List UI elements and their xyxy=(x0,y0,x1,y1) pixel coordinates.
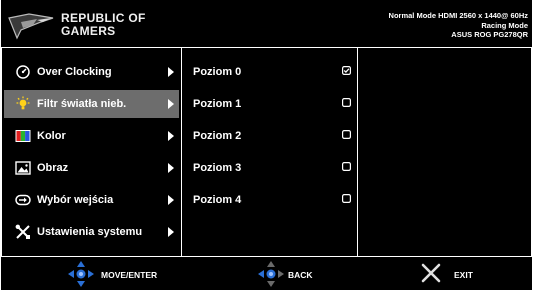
menu-item-image[interactable]: Obraz xyxy=(4,154,179,182)
bulb-icon xyxy=(16,96,30,110)
move-enter-button[interactable]: MOVE/ENTER xyxy=(67,257,177,290)
menu-item-label: Ustawienia systemu xyxy=(37,226,143,238)
joystick-left-icon xyxy=(258,261,284,287)
chevron-right-icon xyxy=(168,99,174,109)
rog-eye-logo xyxy=(8,13,54,40)
chevron-right-icon xyxy=(168,195,174,205)
option-level-3[interactable]: Poziom 3 xyxy=(182,154,356,182)
status-info: Normal Mode HDMI 2560 x 1440@ 60Hz Racin… xyxy=(389,11,528,40)
image-icon xyxy=(15,161,31,175)
option-level-1[interactable]: Poziom 1 xyxy=(182,90,356,118)
menu-item-label: Wybór wejścia xyxy=(37,194,114,206)
menu-item-system-setup[interactable]: Ustawienia systemu xyxy=(4,218,179,246)
brand-line-2: GAMERS xyxy=(61,24,116,38)
back-label: BACK xyxy=(288,270,313,280)
move-enter-label: MOVE/ENTER xyxy=(101,270,158,280)
menu-item-color[interactable]: Kolor xyxy=(4,122,179,150)
chevron-right-icon xyxy=(168,163,174,173)
checkbox-icon xyxy=(342,130,351,139)
option-label: Poziom 0 xyxy=(193,66,242,78)
chevron-right-icon xyxy=(168,131,174,141)
status-model: ASUS ROG PG278QR xyxy=(451,30,528,39)
joystick-all-directions-icon xyxy=(68,261,94,287)
status-mode-resolution: Normal Mode HDMI 2560 x 1440@ 60Hz xyxy=(388,11,528,20)
chevron-right-icon xyxy=(168,227,174,237)
main-menu: Over Clocking Filtr światła nieb. Kolor … xyxy=(1,47,182,257)
menu-body: Over Clocking Filtr światła nieb. Kolor … xyxy=(1,47,532,257)
brand-name: REPUBLIC OF GAMERS xyxy=(61,12,146,38)
checkbox-checked-icon xyxy=(342,66,351,75)
option-level-4[interactable]: Poziom 4 xyxy=(182,186,356,214)
exit-label: EXIT xyxy=(454,270,473,280)
status-game-mode: Racing Mode xyxy=(481,20,528,30)
gauge-icon xyxy=(16,65,30,79)
back-button[interactable]: BACK xyxy=(257,257,337,290)
detail-panel xyxy=(358,47,532,257)
submenu-options: Poziom 0 Poziom 1 Poziom 2 Poziom 3 Pozi… xyxy=(182,47,358,257)
footer-bar: MOVE/ENTER BACK EXIT xyxy=(1,257,532,290)
menu-item-label: Over Clocking xyxy=(37,66,112,78)
option-label: Poziom 4 xyxy=(193,194,242,206)
menu-item-label: Obraz xyxy=(37,162,69,174)
tools-icon xyxy=(15,224,30,239)
color-icon xyxy=(15,130,31,142)
option-label: Poziom 2 xyxy=(193,130,242,142)
menu-item-input-select[interactable]: Wybór wejścia xyxy=(4,186,179,214)
osd-panel: REPUBLIC OF GAMERS Normal Mode HDMI 2560… xyxy=(1,0,532,290)
option-level-2[interactable]: Poziom 2 xyxy=(182,122,356,150)
header-bar: REPUBLIC OF GAMERS Normal Mode HDMI 2560… xyxy=(1,0,532,47)
option-label: Poziom 3 xyxy=(193,162,242,174)
menu-item-label: Kolor xyxy=(37,130,66,142)
chevron-right-icon xyxy=(168,67,174,77)
checkbox-icon xyxy=(342,98,351,107)
menu-item-over-clocking[interactable]: Over Clocking xyxy=(4,58,179,86)
option-level-0[interactable]: Poziom 0 xyxy=(182,58,356,86)
exit-button[interactable]: EXIT xyxy=(421,257,491,290)
menu-item-blue-light-filter[interactable]: Filtr światła nieb. xyxy=(4,90,179,118)
close-icon xyxy=(421,263,441,283)
input-icon xyxy=(15,194,31,206)
option-label: Poziom 1 xyxy=(193,98,242,110)
checkbox-icon xyxy=(342,162,351,171)
checkbox-icon xyxy=(342,194,351,203)
menu-item-label: Filtr światła nieb. xyxy=(37,98,127,110)
